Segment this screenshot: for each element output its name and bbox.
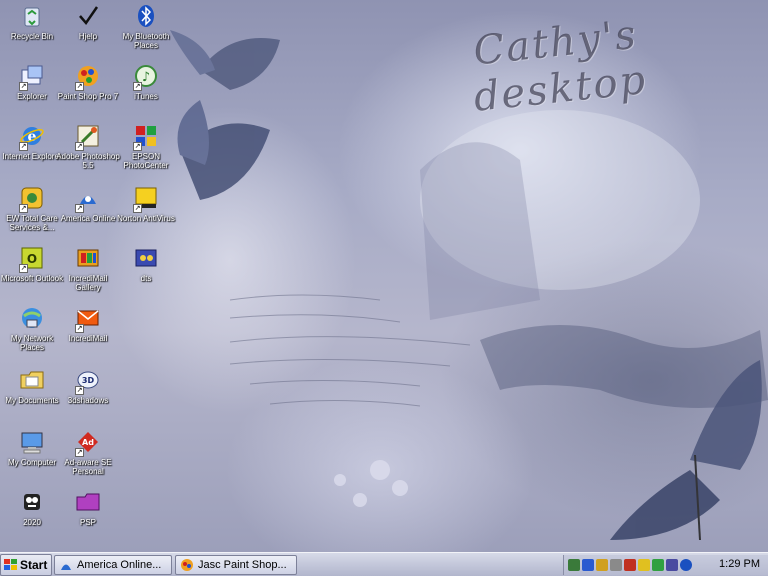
icon-label: iTunes <box>134 92 158 101</box>
tray-icon-1[interactable] <box>568 559 580 571</box>
icon-label: Ad-aware SE Personal <box>64 458 112 476</box>
icon-label: 3dshadows <box>67 396 109 405</box>
bluetooth-places[interactable]: My Bluetooth Places <box>114 2 178 50</box>
incredimail[interactable]: ↗ IncrediMail <box>56 304 120 343</box>
outlook[interactable]: O ↗ Microsoft Outlook <box>0 244 64 283</box>
icon-label: Recycle Bin <box>10 32 54 41</box>
task-label: Jasc Paint Shop... <box>198 559 287 571</box>
itunes[interactable]: ♪ ↗ iTunes <box>114 62 178 101</box>
icon-label: Microsoft Outlook <box>0 274 64 283</box>
tray-icon-4[interactable] <box>610 559 622 571</box>
tray-icon-3[interactable] <box>596 559 608 571</box>
photoshop[interactable]: ↗ Adobe Photoshop 5.5 <box>56 122 120 170</box>
dts-icon <box>132 244 160 272</box>
start-button[interactable]: Start <box>0 554 52 576</box>
svg-text:O: O <box>27 252 37 266</box>
task-label: America Online... <box>77 559 162 571</box>
network-places[interactable]: My Network Places <box>0 304 64 352</box>
america-online[interactable]: ↗ America Online <box>56 184 120 223</box>
incredimail-gallery-icon <box>74 244 102 272</box>
hjelp[interactable]: Hjelp <box>56 2 120 41</box>
clock[interactable]: 1:29 PM <box>719 558 760 570</box>
icon-label: Adobe Photoshop 5.5 <box>56 152 120 170</box>
tray-icon-7[interactable] <box>652 559 664 571</box>
folder-2020-icon <box>18 488 46 516</box>
my-documents-icon <box>18 366 46 394</box>
checkmark-icon <box>74 2 102 30</box>
icon-label: Explorer <box>17 92 47 101</box>
tray-icon-2[interactable] <box>582 559 594 571</box>
aol-task-icon <box>59 558 73 572</box>
ad-aware-icon: Ad ↗ <box>74 428 102 457</box>
icon-label: EW Total Care Services &... <box>6 214 58 232</box>
desktop[interactable]: Cathy's desktop Recycle Bin ↗ Explorer e… <box>0 0 768 552</box>
psp-folder-icon <box>74 488 102 516</box>
tray-icon-6[interactable] <box>638 559 650 571</box>
icon-label: My Documents <box>5 396 59 405</box>
icon-label: Hjelp <box>78 32 98 41</box>
folder-2020[interactable]: 2020 <box>0 488 64 527</box>
recycle-bin[interactable]: Recycle Bin <box>0 2 64 41</box>
epson-icon: ↗ <box>132 122 160 151</box>
paint-shop-pro[interactable]: ↗ Paint Shop Pro 7 <box>56 62 120 101</box>
icon-label: Internet Explorer <box>2 152 62 161</box>
icon-label: 2020 <box>23 518 41 527</box>
explorer-icon: ↗ <box>18 62 46 91</box>
bluetooth-icon <box>132 2 160 30</box>
internet-explorer[interactable]: e ↗ Internet Explorer <box>0 122 64 161</box>
photoshop-icon: ↗ <box>74 122 102 151</box>
taskbar-button-aol[interactable]: America Online... <box>54 555 172 575</box>
icon-label: dts <box>140 274 152 283</box>
my-computer[interactable]: My Computer <box>0 428 64 467</box>
paint-shop-pro-icon: ↗ <box>74 62 102 91</box>
icon-label: IncrediMail Gallery <box>68 274 108 292</box>
total-care[interactable]: ↗ EW Total Care Services &... <box>0 184 64 232</box>
svg-text:3D: 3D <box>82 376 95 385</box>
ad-aware[interactable]: Ad ↗ Ad-aware SE Personal <box>56 428 120 476</box>
internet-explorer-icon: e ↗ <box>18 122 46 151</box>
taskbar: Start America Online... Jasc Paint Shop.… <box>0 552 768 576</box>
itunes-icon: ♪ ↗ <box>132 62 160 91</box>
icon-label: IncrediMail <box>68 334 108 343</box>
incredimail-icon: ↗ <box>74 304 102 333</box>
norton-antivirus[interactable]: ↗ Norton AntiVirus <box>114 184 178 223</box>
total-care-icon: ↗ <box>18 184 46 213</box>
network-places-icon <box>18 304 46 332</box>
my-documents[interactable]: My Documents <box>0 366 64 405</box>
3dshadows[interactable]: 3D ↗ 3dshadows <box>56 366 120 405</box>
svg-text:♪: ♪ <box>142 70 150 85</box>
paint-shop-task-icon <box>180 558 194 572</box>
taskbar-button-paint-shop[interactable]: Jasc Paint Shop... <box>175 555 297 575</box>
my-computer-icon <box>18 428 46 456</box>
tray-icon-5[interactable] <box>624 559 636 571</box>
epson-photocenter[interactable]: ↗ EPSON PhotoCenter <box>114 122 178 170</box>
icon-label: My Network Places <box>10 334 54 352</box>
icon-label: America Online <box>60 214 116 223</box>
icon-label: Norton AntiVirus <box>117 214 175 223</box>
incredimail-gallery[interactable]: IncrediMail Gallery <box>56 244 120 292</box>
icon-label: EPSON PhotoCenter <box>123 152 169 170</box>
svg-text:Ad: Ad <box>82 438 94 447</box>
bluetooth-tray-icon[interactable] <box>680 559 692 571</box>
icon-label: My Computer <box>7 458 56 467</box>
icon-label: Paint Shop Pro 7 <box>57 92 119 101</box>
tray-icon-8[interactable] <box>666 559 678 571</box>
explorer[interactable]: ↗ Explorer <box>0 62 64 101</box>
outlook-icon: O ↗ <box>18 244 46 273</box>
icon-label: My Bluetooth Places <box>122 32 170 50</box>
psp-folder[interactable]: PSP <box>56 488 120 527</box>
norton-icon: ↗ <box>132 184 160 213</box>
dts[interactable]: dts <box>114 244 178 283</box>
windows-logo-icon <box>4 559 18 571</box>
aol-icon: ↗ <box>74 184 102 213</box>
start-label: Start <box>20 558 48 572</box>
recycle-bin-icon <box>18 2 46 30</box>
3dshadows-icon: 3D ↗ <box>74 366 102 395</box>
system-tray: 1:29 PM <box>563 555 768 575</box>
icon-label: PSP <box>79 518 96 527</box>
